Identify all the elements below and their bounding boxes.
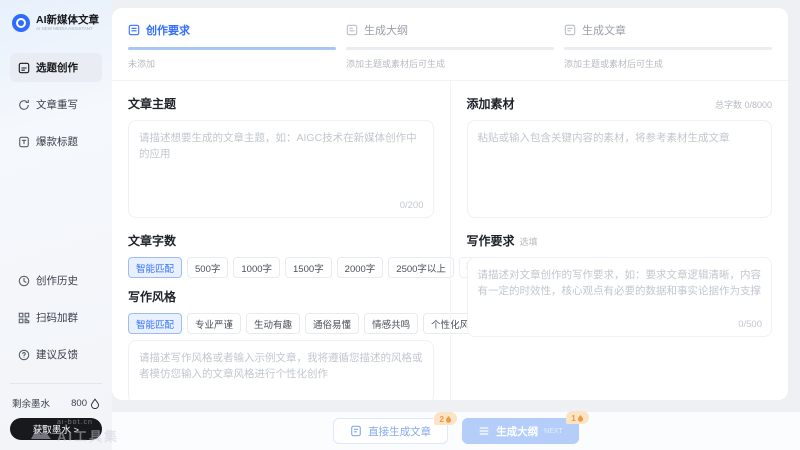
step1-doc-icon [128,24,140,36]
direct-generate-cost-badge: 2 [434,412,457,425]
sidebar-item-topic-creation[interactable]: 选题创作 [10,53,102,82]
word-count-chip-500[interactable]: 500字 [187,257,228,278]
creation-panel: 创作要求 未添加 生成大纲 添加主题或素材后可生成 生成文章 添加主题或素材后可… [112,8,788,400]
drop-icon [577,414,584,422]
step2-subtitle: 添加主题或素材后可生成 [346,57,554,70]
watermark-name: AI工具集 [57,426,119,445]
style-chip-smart[interactable]: 智能匹配 [128,313,182,334]
sidebar-item-qr-group[interactable]: 扫码加群 [10,303,102,332]
sidebar-item-label: 扫码加群 [36,310,78,325]
step3-progress [564,47,772,50]
compose-icon [18,62,30,74]
generate-outline-label: 生成大纲 [496,424,538,439]
sidebar: AI新媒体文章 AI NEW MEDIA ASSISTANT 选题创作 文章重写… [0,0,112,450]
generate-outline-cost-badge: 1 [566,411,589,424]
drop-icon [445,415,452,423]
sidebar-divider [10,383,102,384]
sidebar-item-label: 文章重写 [36,97,78,112]
sidebar-item-article-rewrite[interactable]: 文章重写 [10,90,102,119]
ink-balance-label: 剩余墨水 [12,396,50,410]
step3-article-icon [564,24,576,36]
material-word-total: 总字数 0/8000 [715,98,772,111]
title-doc-icon [18,136,30,148]
sidebar-nav: 选题创作 文章重写 爆款标题 [10,53,102,156]
question-circle-icon [18,349,30,361]
sidebar-item-label: 爆款标题 [36,134,78,149]
app-logo-icon [12,14,30,32]
style-chip-vivid[interactable]: 生动有趣 [246,313,300,334]
qr-code-icon [18,312,30,324]
material-label: 添加素材 [467,95,515,112]
requirement-label: 写作要求 [467,234,515,248]
material-field [467,120,773,218]
word-count-chip-2000[interactable]: 2000字 [337,257,384,278]
requirement-textarea[interactable] [468,258,772,336]
style-field [128,340,434,400]
style-label: 写作风格 [128,288,176,305]
ink-balance: 剩余墨水 800 [10,396,102,410]
topic-field: 0/200 [128,120,434,218]
step-creation-requirements[interactable]: 创作要求 未添加 [128,22,336,70]
sidebar-item-label: 选题创作 [36,60,78,75]
step2-outline-icon [346,24,358,36]
step2-progress [346,47,554,50]
step-title: 生成文章 [582,22,626,38]
style-chip-professional[interactable]: 专业严谨 [187,313,241,334]
step3-subtitle: 添加主题或素材后可生成 [564,57,772,70]
style-options: 智能匹配 专业严谨 生动有趣 通俗易懂 情感共鸣 个性化风格 [128,313,434,334]
next-tag: NEXT [544,428,563,435]
app-title: AI新媒体文章 [36,12,112,27]
style-chip-emotional[interactable]: 情感共鸣 [364,313,418,334]
left-column: 文章主题 0/200 文章字数 智能匹配 500字 1000字 1500字 20… [112,81,450,400]
step1-progress [128,47,336,50]
step-title: 创作要求 [146,22,190,38]
app-logo: AI新媒体文章 AI NEW MEDIA ASSISTANT [10,12,102,33]
watermark-url: ai-bot.cn [57,419,119,426]
sidebar-item-label: 建议反馈 [36,347,78,362]
sidebar-item-hot-title[interactable]: 爆款标题 [10,127,102,156]
word-count-chip-1500[interactable]: 1500字 [285,257,332,278]
step-generate-article[interactable]: 生成文章 添加主题或素材后可生成 [564,22,772,70]
word-count-options: 智能匹配 500字 1000字 1500字 2000字 2500字以上 [128,257,434,278]
word-count-chip-smart[interactable]: 智能匹配 [128,257,182,278]
requirement-field: 0/500 [467,257,773,337]
ink-drop-icon [90,398,100,409]
footer-action-bar: 直接生成文章 2 生成大纲 NEXT 1 [112,412,800,450]
sidebar-item-label: 创作历史 [36,273,78,288]
outline-list-icon [478,425,490,437]
step-generate-outline[interactable]: 生成大纲 添加主题或素材后可生成 [346,22,554,70]
stepper: 创作要求 未添加 生成大纲 添加主题或素材后可生成 生成文章 添加主题或素材后可… [112,8,788,81]
topic-label: 文章主题 [128,95,176,112]
step-title: 生成大纲 [364,22,408,38]
generate-outline-button[interactable]: 生成大纲 NEXT 1 [462,418,579,444]
clock-icon [18,275,30,287]
word-count-chip-2500plus[interactable]: 2500字以上 [388,257,454,278]
direct-generate-article-button[interactable]: 直接生成文章 2 [333,418,448,444]
rewrite-icon [18,99,30,111]
topic-textarea[interactable] [129,121,433,217]
word-count-chip-1000[interactable]: 1000字 [233,257,280,278]
direct-generate-label: 直接生成文章 [368,424,431,439]
topic-counter: 0/200 [400,200,424,211]
article-doc-icon [350,425,362,437]
ink-balance-value: 800 [71,398,87,409]
style-chip-plain[interactable]: 通俗易懂 [305,313,359,334]
requirement-optional-tag: 选填 [520,237,538,247]
watermark-logo-icon [30,424,52,440]
sidebar-item-feedback[interactable]: 建议反馈 [10,340,102,369]
sidebar-item-history[interactable]: 创作历史 [10,266,102,295]
app-subtitle: AI NEW MEDIA ASSISTANT [36,27,93,32]
requirement-counter: 0/500 [738,319,762,330]
site-watermark: ai-bot.cn AI工具集 [30,419,119,445]
right-column: 添加素材 总字数 0/8000 写作要求选填 0/500 [450,81,789,400]
style-textarea[interactable] [129,341,433,400]
material-textarea[interactable] [468,121,772,217]
step1-subtitle: 未添加 [128,57,336,70]
word-count-label: 文章字数 [128,232,176,249]
